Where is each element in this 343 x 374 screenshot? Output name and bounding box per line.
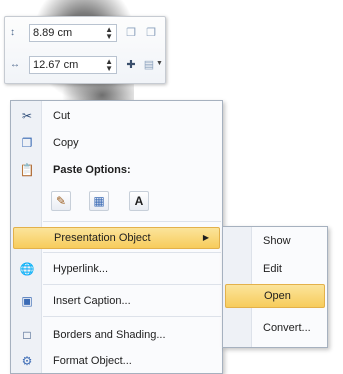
menu-separator [43,284,221,285]
shape-width-input[interactable]: 12.67 cm ▲ ▼ [29,56,117,74]
width-spinner-icon[interactable]: ▲ ▼ [105,58,113,73]
bring-forward-icon[interactable]: ❐ [123,25,139,41]
submenu-item-open[interactable]: Open [225,284,325,308]
shape-width-icon: ↔ [10,59,20,70]
caption-icon: ▣ [21,294,33,308]
paste-options-label: Paste Options: [53,164,131,176]
menu-item-label: Presentation Object [54,232,151,244]
submenu-item-show[interactable]: Show [223,229,327,253]
submenu-arrow-icon: ▶ [202,233,209,242]
menu-item-label: Format Object... [53,355,132,367]
menu-item-label: Cut [53,110,71,122]
send-backward-icon[interactable]: ❐ [143,25,159,41]
submenu-item-label: Show [263,235,291,247]
align-dropdown-icon[interactable]: ▼ [156,60,163,67]
format-object-icon: ⚙ [21,354,33,368]
submenu-item-label: Convert... [263,322,311,334]
menu-separator [43,316,221,317]
shape-height-input[interactable]: 8.89 cm ▲ ▼ [29,24,117,42]
context-menu: ✂ Cut ❐ Copy 📋 Paste Options: ✎ ▦ A Pres… [10,100,223,374]
menu-item-label: Hyperlink... [53,263,109,275]
paste-options-header: 📋 Paste Options: [11,159,222,181]
align-icon[interactable]: ▤ [141,57,157,73]
submenu-item-label: Edit [263,263,282,275]
scissors-icon: ✂ [21,109,33,123]
menu-item-copy[interactable]: ❐ Copy [11,132,222,154]
presentation-object-submenu: Show Edit Open Convert... [222,226,328,348]
paste-text-only-button[interactable]: A [129,191,149,211]
copy-icon: ❐ [21,136,33,150]
paste-picture-icon[interactable]: ▦ [89,191,109,211]
menu-item-label: Copy [53,137,79,149]
shape-height-value: 8.89 cm [33,27,73,39]
menu-item-label: Borders and Shading... [53,329,166,341]
menu-separator [43,221,221,222]
paste-embed-icon[interactable]: ✎ [51,191,71,211]
height-row: ↕ 8.89 cm ▲ ▼ ❐ ❐ [5,20,165,48]
crop-icon[interactable]: ✚ [123,57,139,73]
submenu-item-edit[interactable]: Edit [223,257,327,281]
mini-toolbar: ↕ 8.89 cm ▲ ▼ ❐ ❐ ↔ 12.67 cm ▲ ▼ ✚ ▤ ▼ [4,16,166,84]
menu-item-label: Insert Caption... [53,295,131,307]
menu-item-format-object[interactable]: ⚙ Format Object... [11,350,222,372]
hyperlink-icon: 🌐 [19,262,35,276]
shape-width-value: 12.67 cm [33,59,79,71]
menu-item-cut[interactable]: ✂ Cut [11,105,222,127]
menu-item-presentation-object[interactable]: Presentation Object ▶ [13,227,220,249]
menu-separator [43,252,221,253]
height-spinner-icon[interactable]: ▲ ▼ [105,26,113,41]
borders-icon: □ [23,328,31,342]
clipboard-icon: 📋 [19,163,35,177]
submenu-item-convert[interactable]: Convert... [223,316,327,340]
width-row: ↔ 12.67 cm ▲ ▼ ✚ ▤ ▼ [5,52,165,80]
submenu-item-label: Open [264,290,291,302]
menu-item-hyperlink[interactable]: 🌐 Hyperlink... [11,258,222,280]
shape-height-icon: ↕ [10,27,15,38]
menu-item-insert-caption[interactable]: ▣ Insert Caption... [11,290,222,312]
menu-item-borders-shading[interactable]: □ Borders and Shading... [11,324,222,346]
paste-options-buttons: ✎ ▦ A [51,191,171,215]
